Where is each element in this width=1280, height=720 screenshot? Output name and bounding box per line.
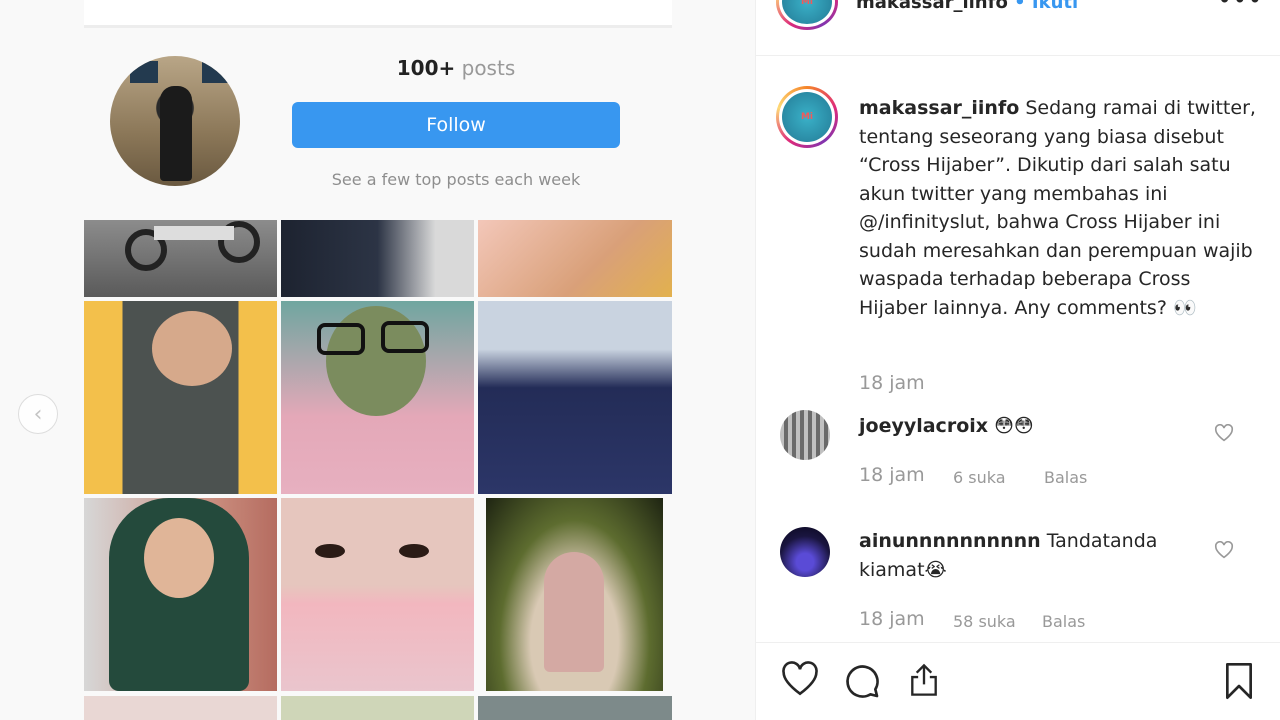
more-options-icon[interactable]: ••• <box>1218 0 1263 14</box>
posts-count: 100+ posts <box>292 56 620 80</box>
image-top-strip <box>84 0 672 28</box>
comment-reply[interactable]: Balas <box>1044 468 1087 487</box>
caption-username[interactable]: makassar_iinfo <box>859 97 1019 119</box>
grid-photo <box>478 220 672 297</box>
grid-photo <box>281 220 474 297</box>
comment-like-icon[interactable] <box>1214 423 1234 446</box>
grid-photo <box>478 696 672 720</box>
comment-timestamp[interactable]: 18 jam <box>859 464 925 486</box>
post-sidebar: Mi makassar_iinfo • Ikuti ••• Mi makassa… <box>755 0 1280 720</box>
caption-avatar[interactable]: Mi <box>776 86 838 148</box>
grid-photo <box>84 696 277 720</box>
photo-grid <box>84 220 672 720</box>
bookmark-icon[interactable] <box>1222 661 1256 705</box>
post-image[interactable]: 100+ posts Follow See a few top posts ea… <box>0 0 755 720</box>
share-icon[interactable] <box>906 661 942 703</box>
grid-photo <box>84 220 277 297</box>
comment-avatar[interactable] <box>780 527 830 577</box>
comment-reply[interactable]: Balas <box>1042 612 1085 631</box>
grid-photo <box>84 498 277 691</box>
comment-likes[interactable]: 58 suka <box>953 612 1016 631</box>
header-username[interactable]: makassar_iinfo <box>856 0 1008 13</box>
grid-photo <box>281 696 474 720</box>
caption-text: Sedang ramai di twitter, tentang seseora… <box>859 97 1256 319</box>
comment-username[interactable]: ainunnnnnnnnnn <box>859 530 1041 552</box>
header-avatar[interactable]: Mi <box>776 0 838 30</box>
post-header: Mi makassar_iinfo • Ikuti ••• <box>756 0 1280 56</box>
profile-avatar <box>110 56 240 186</box>
grid-photo <box>281 498 474 691</box>
comment-likes[interactable]: 6 suka <box>953 468 1006 487</box>
comment-icon[interactable] <box>842 661 882 705</box>
image-follow-button: Follow <box>292 102 620 148</box>
comment-username[interactable]: joeyylacroix <box>859 415 988 437</box>
posts-count-value: 100+ <box>396 56 456 80</box>
caption-timestamp[interactable]: 18 jam <box>859 372 925 394</box>
comment-timestamp[interactable]: 18 jam <box>859 608 925 630</box>
grid-photo <box>84 301 277 494</box>
heart-icon[interactable] <box>780 661 820 701</box>
header-user: makassar_iinfo • Ikuti <box>856 0 1078 13</box>
grid-photo <box>281 301 474 494</box>
grid-photo <box>486 498 663 691</box>
comment-body: ainunnnnnnnnnn Tandatanda kiamat😭 <box>859 527 1219 584</box>
posts-count-label: posts <box>461 56 516 80</box>
comment-body: joeyylacroix 😳😳 <box>859 412 1219 441</box>
motorbike-icon <box>125 221 260 271</box>
header-follow-link[interactable]: Ikuti <box>1032 0 1078 13</box>
comment-text: 😳😳 <box>994 415 1034 437</box>
comment-avatar[interactable] <box>780 410 830 460</box>
image-subtitle: See a few top posts each week <box>331 170 581 189</box>
chevron-left-icon[interactable]: ‹ <box>18 394 58 434</box>
action-bar <box>756 642 1280 720</box>
post-caption: makassar_iinfo Sedang ramai di twitter, … <box>859 94 1259 322</box>
comment-like-icon[interactable] <box>1214 540 1234 563</box>
header-separator: • <box>1014 0 1026 13</box>
grid-photo <box>478 301 672 494</box>
